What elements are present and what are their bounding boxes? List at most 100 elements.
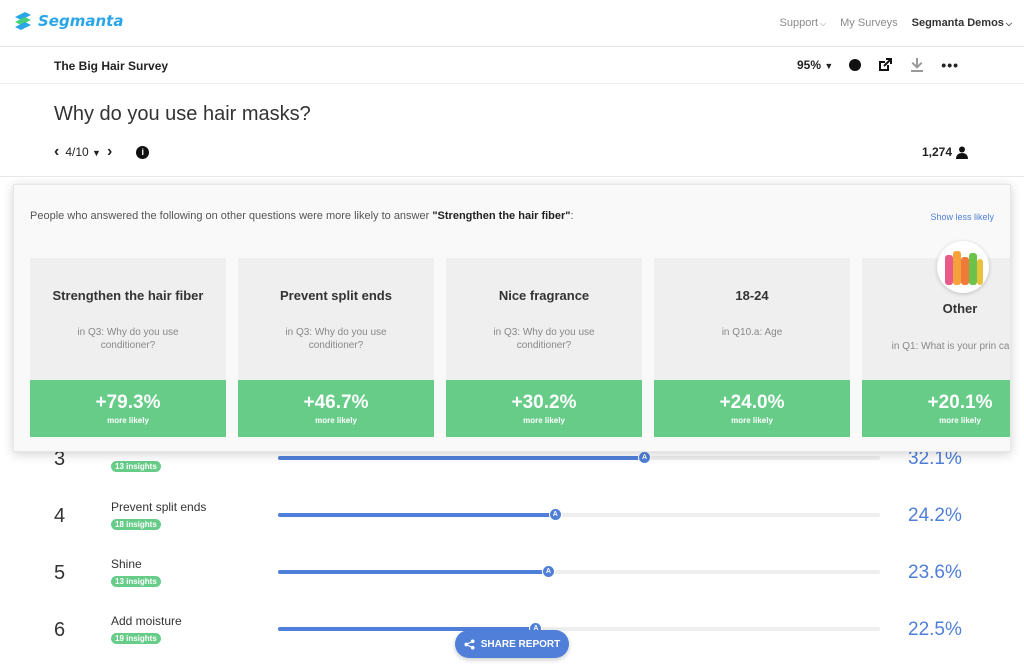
insight-card-question: in Q10.a: Age — [721, 327, 783, 338]
chevron-left-icon[interactable]: ‹ — [54, 143, 59, 161]
insights-popup: People who answered the following on oth… — [13, 184, 1011, 452]
insights-badge[interactable]: 13 insights — [111, 576, 161, 587]
result-row[interactable]: 4 Prevent split ends 18 insights A 24.2% — [0, 491, 1024, 547]
chevron-down-icon: ⌵ — [1005, 19, 1012, 28]
result-bar: A — [278, 622, 880, 635]
insight-card[interactable]: 18-24 in Q10.a: Age +24.0% more likely — [654, 258, 850, 437]
lift-value: +79.3% — [95, 392, 161, 413]
my-surveys-link[interactable]: My Surveys — [840, 17, 897, 29]
product-bottles-image — [937, 241, 989, 293]
more-options-icon[interactable]: ••• — [941, 57, 959, 73]
insight-card-question: in Q3: Why do you use conditioner? — [493, 327, 595, 351]
show-less-likely-link[interactable]: Show less likely — [930, 212, 994, 222]
share-report-label: SHARE REPORT — [480, 638, 561, 650]
row-answer: Prevent split ends — [111, 500, 207, 514]
result-bar-fill — [278, 570, 548, 574]
support-label: Support — [779, 17, 819, 29]
result-bar: A — [278, 451, 880, 464]
popup-intro-text: People who answered the following on oth… — [30, 210, 433, 222]
insight-card-question: in Q3: Why do you use conditioner? — [285, 327, 387, 351]
insight-card[interactable]: Other in Q1: What is your prin care bran… — [862, 241, 1010, 437]
row-percentage: 23.6% — [908, 562, 962, 583]
popup-intro-suffix: : — [570, 210, 574, 222]
survey-toolbar: 95% ▼ ••• — [797, 57, 959, 73]
account-menu[interactable]: Segmanta Demos ⌵ — [912, 17, 1012, 29]
share-icon — [464, 638, 475, 650]
insight-card-title: Strengthen the hair fiber — [52, 288, 204, 303]
popup-intro-answer: "Strengthen the hair fiber" — [432, 210, 571, 222]
respondent-count: 1,274 — [922, 145, 969, 159]
account-label: Segmanta Demos — [911, 17, 1004, 29]
survey-header: The Big Hair Survey 95% ▼ ••• — [0, 48, 1024, 84]
insight-card[interactable]: Strengthen the hair fiber in Q3: Why do … — [30, 258, 226, 437]
survey-report-page: Segmanta Support ⌵ My Surveys Segmanta De… — [0, 0, 1024, 672]
insights-badge[interactable]: 19 insights — [111, 633, 161, 644]
insight-card-question: in Q1: What is your prin care brand? — [891, 341, 1010, 352]
product-bottles-icon — [945, 251, 983, 285]
person-icon — [956, 146, 969, 159]
caret-down-icon: ▼ — [92, 148, 101, 158]
result-bar-fill — [278, 513, 555, 517]
insight-card-lift: +79.3% more likely — [30, 380, 226, 437]
download-icon[interactable] — [909, 57, 925, 73]
result-row[interactable]: 5 Shine 13 insights A 23.6% — [0, 548, 1024, 604]
chevron-down-icon: ⌵ — [820, 19, 827, 28]
insights-badge[interactable]: 18 insights — [111, 519, 161, 530]
row-rank: 4 — [54, 505, 66, 527]
benchmark-marker[interactable]: A — [638, 451, 652, 464]
lift-label: more likely — [107, 416, 149, 425]
row-answer: Shine — [111, 557, 142, 571]
result-bar: A — [278, 508, 880, 521]
lift-label: more likely — [939, 416, 981, 425]
share-report-button[interactable]: SHARE REPORT — [455, 630, 569, 658]
question-navigator: ‹ 4/10 ▼ › i — [54, 143, 150, 161]
insight-card-title: Prevent split ends — [280, 288, 392, 303]
insights-badge[interactable]: 13 insights — [111, 461, 161, 472]
insight-card-title: Other — [942, 301, 978, 316]
insight-card-lift: +24.0% more likely — [654, 380, 850, 437]
lift-value: +46.7% — [303, 392, 369, 413]
row-answer: Add moisture — [111, 614, 182, 628]
question-position-dropdown[interactable]: 4/10 ▼ — [65, 145, 101, 159]
survey-title: The Big Hair Survey — [54, 59, 169, 73]
result-bar-fill — [278, 456, 645, 460]
info-icon[interactable]: i — [136, 145, 150, 159]
lift-label: more likely — [731, 416, 773, 425]
brand-name: Segmanta — [38, 12, 124, 30]
insight-card-title: 18-24 — [735, 288, 769, 303]
lift-value: +24.0% — [719, 392, 785, 413]
completion-value: 95% — [797, 58, 822, 72]
insight-card-lift: +46.7% more likely — [238, 380, 434, 437]
chevron-right-icon[interactable]: › — [107, 143, 112, 161]
result-bar: A — [278, 565, 880, 578]
benchmark-marker[interactable]: A — [548, 508, 562, 521]
popup-intro: People who answered the following on oth… — [30, 210, 574, 222]
question-position: 4/10 — [65, 145, 89, 159]
benchmark-marker[interactable]: A — [541, 565, 555, 578]
support-menu[interactable]: Support ⌵ — [780, 17, 827, 29]
nav-links: Support ⌵ My Surveys Segmanta Demos ⌵ — [780, 17, 1012, 29]
insight-card[interactable]: Prevent split ends in Q3: Why do you use… — [238, 258, 434, 437]
insight-card-question: in Q3: Why do you use conditioner? — [77, 327, 179, 351]
segmanta-logo-icon — [15, 12, 31, 30]
row-rank: 6 — [54, 619, 66, 641]
insight-cards: Strengthen the hair fiber in Q3: Why do … — [30, 241, 1010, 438]
lift-label: more likely — [523, 416, 565, 425]
caret-down-icon: ▼ — [824, 61, 834, 71]
status-dot-icon[interactable] — [849, 59, 862, 71]
lift-value: +20.1% — [927, 392, 993, 413]
row-percentage: 22.5% — [908, 619, 962, 640]
top-navigation: Segmanta Support ⌵ My Surveys Segmanta De… — [0, 0, 1024, 47]
insight-card-lift: +20.1% more likely — [862, 380, 1010, 437]
insight-card-title: Nice fragrance — [498, 288, 590, 303]
insight-card[interactable]: Nice fragrance in Q3: Why do you use con… — [446, 258, 642, 437]
insight-card-lift: +30.2% more likely — [446, 380, 642, 437]
respondent-count-value: 1,274 — [922, 145, 953, 159]
divider — [0, 176, 1024, 177]
completion-dropdown[interactable]: 95% ▼ — [797, 58, 833, 72]
lift-value: +30.2% — [511, 392, 577, 413]
row-percentage: 24.2% — [908, 505, 962, 526]
segmanta-logo[interactable]: Segmanta — [12, 10, 123, 32]
lift-label: more likely — [315, 416, 357, 425]
external-link-icon[interactable] — [877, 57, 893, 73]
